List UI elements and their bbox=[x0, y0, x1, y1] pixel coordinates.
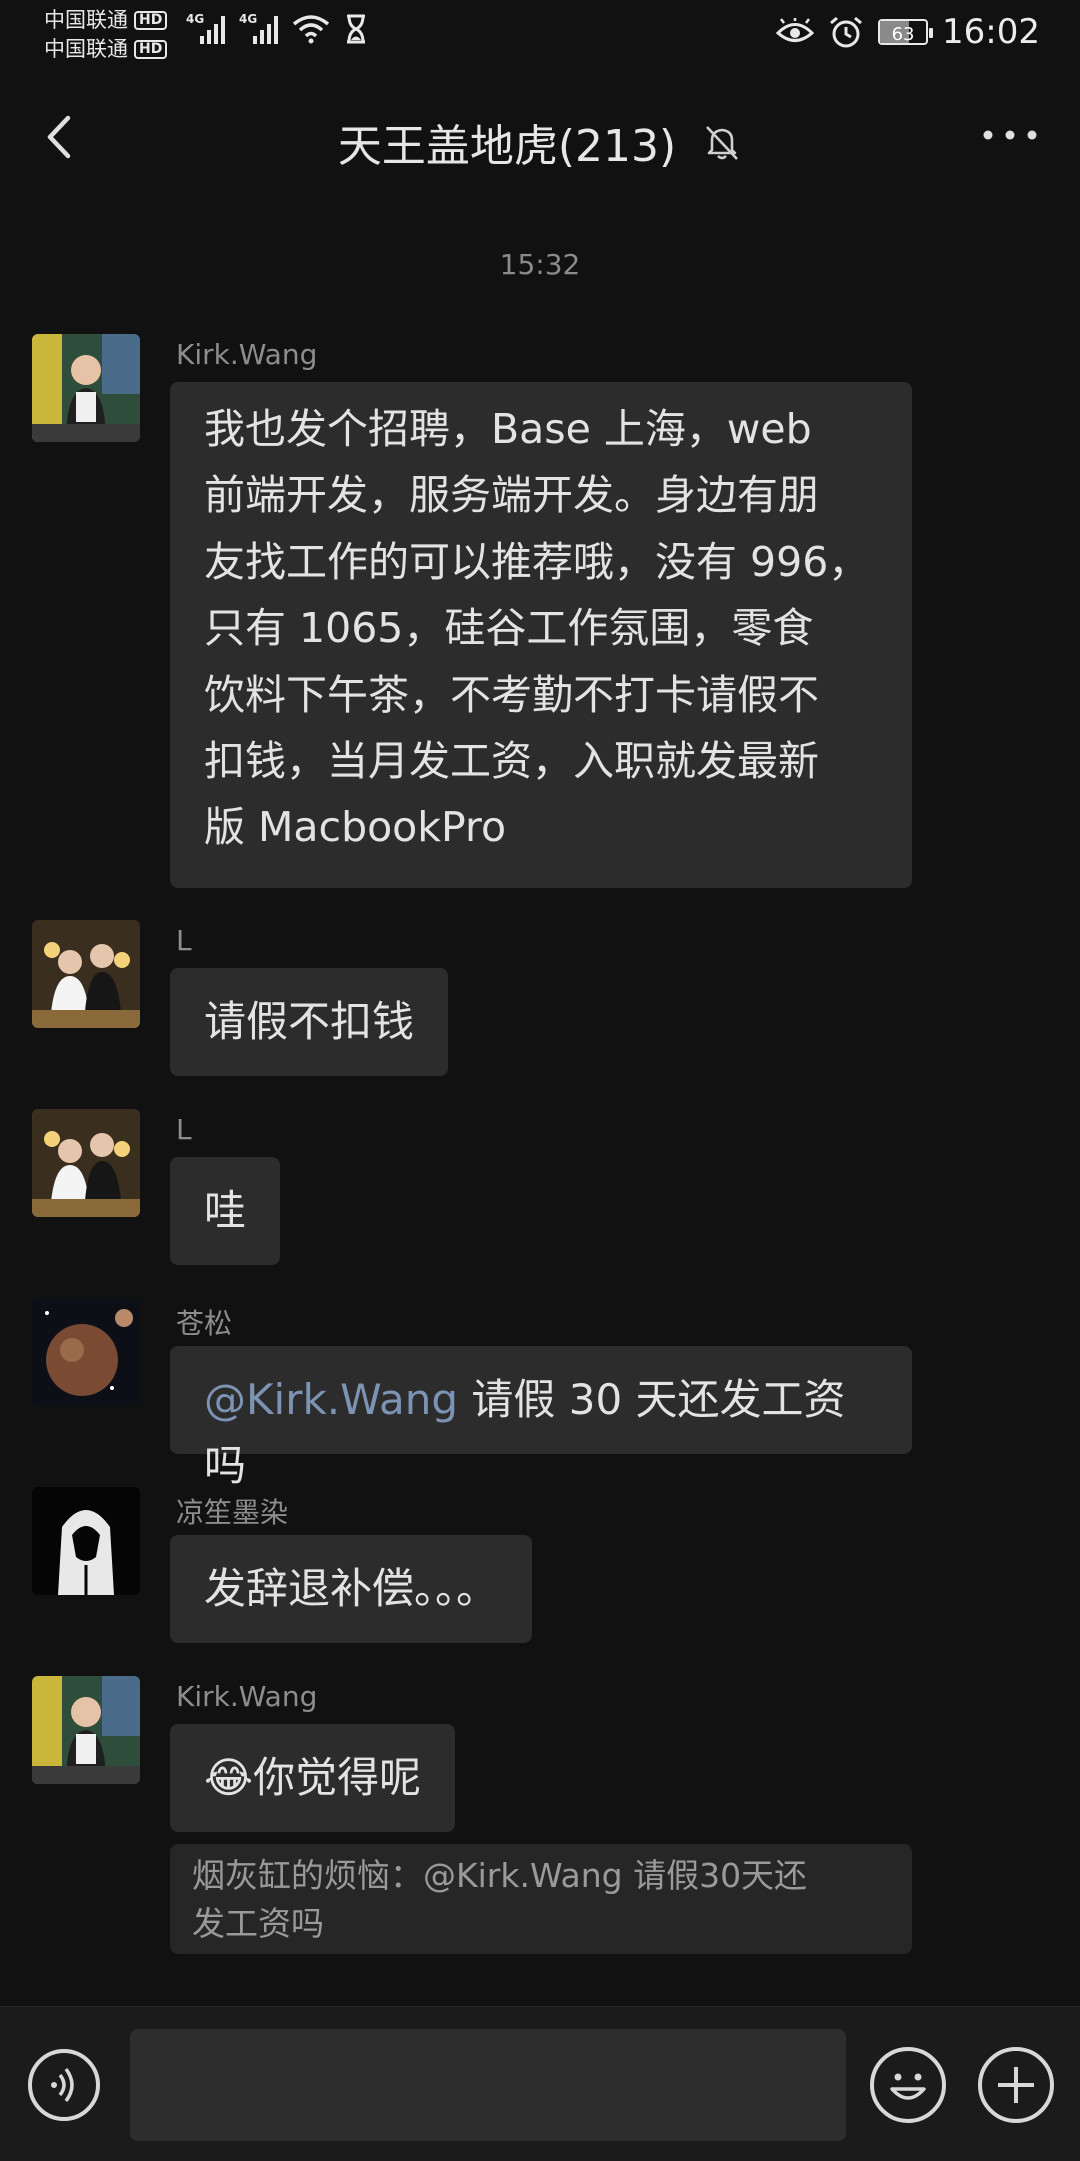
message-bubble[interactable]: 发辞退补偿。。。 bbox=[170, 1535, 533, 1643]
message-text: 请假不扣钱 bbox=[204, 997, 415, 1046]
sender-name: 苍松 bbox=[176, 1307, 233, 1340]
message-input[interactable] bbox=[130, 2029, 846, 2141]
voice-icon bbox=[51, 2067, 74, 2103]
sender-name: 凉笙墨染 bbox=[176, 1496, 289, 1529]
avatar[interactable] bbox=[32, 1487, 140, 1595]
network-type-2: 4G bbox=[239, 12, 258, 26]
time-separator: 15:32 bbox=[499, 248, 581, 281]
message-line: 友找工作的可以推荐哦，没有 996， bbox=[204, 537, 870, 586]
message-line: 只有 1065，硅谷工作氛围，零食 bbox=[204, 604, 814, 653]
message-bubble[interactable]: 我也发个招聘，Base 上海，web 前端开发，服务端开发。身边有朋 友找工作的… bbox=[170, 382, 912, 888]
message-bubble[interactable]: 哇 bbox=[170, 1157, 281, 1265]
quoted-reply[interactable]: 烟灰缸的烦恼：@Kirk.Wang 请假30天还 发工资吗 bbox=[170, 1844, 912, 1954]
message-line: 饮料下午茶，不考勤不打卡请假不 bbox=[204, 670, 819, 719]
avatar[interactable] bbox=[32, 1109, 140, 1217]
battery-percent: 63 bbox=[891, 24, 915, 45]
chat-title-area: 天王盖地虎(213) bbox=[0, 110, 1080, 174]
status-bar: 中国联通 HD 中国联通 HD 4G 4G 63 16:02 bbox=[0, 0, 1080, 72]
more-dots-icon[interactable] bbox=[980, 120, 1040, 150]
voice-button[interactable] bbox=[28, 2049, 100, 2121]
quote-line: 烟灰缸的烦恼：@Kirk.Wang 请假30天还 bbox=[192, 1856, 808, 1895]
signal-icon-1: 4G bbox=[186, 12, 225, 44]
plus-button[interactable] bbox=[978, 2047, 1054, 2123]
chat-title: 天王盖地虎(213) bbox=[337, 121, 677, 172]
input-bar bbox=[0, 2006, 1080, 2161]
signal-icon-2: 4G bbox=[239, 12, 278, 44]
signal-indicators: 4G 4G bbox=[186, 12, 368, 44]
status-time: 16:02 bbox=[942, 12, 1040, 52]
message-line: 版 MacbookPro bbox=[204, 803, 507, 852]
emoji-laugh: 😂 bbox=[204, 1753, 254, 1802]
wifi-icon bbox=[292, 15, 330, 44]
hourglass-icon bbox=[347, 14, 365, 44]
status-right: 63 16:02 bbox=[776, 12, 1040, 52]
carrier-info: 中国联通 HD 中国联通 HD bbox=[44, 6, 168, 64]
message-bubble[interactable]: 😂你觉得呢 bbox=[170, 1724, 456, 1832]
message-line: 前端开发，服务端开发。身边有朋 bbox=[204, 471, 819, 520]
sender-name: Kirk.Wang bbox=[176, 1680, 318, 1713]
sender-name: L bbox=[176, 924, 192, 957]
message-bubble[interactable]: 请假不扣钱 bbox=[170, 968, 449, 1076]
carrier-name-1: 中国联通 bbox=[44, 8, 128, 32]
emoji-icon bbox=[890, 2073, 926, 2100]
message-text: 发辞退补偿。。。 bbox=[204, 1564, 499, 1613]
quote-line: 发工资吗 bbox=[192, 1904, 324, 1943]
message-bubble[interactable]: @Kirk.Wang 请假 30 天还发工资吗 bbox=[170, 1346, 912, 1490]
eye-icon bbox=[776, 18, 815, 42]
avatar[interactable] bbox=[32, 920, 140, 1028]
avatar[interactable] bbox=[32, 1676, 140, 1784]
mute-bell-icon bbox=[706, 126, 739, 160]
hd-badge-1: HD bbox=[134, 11, 168, 30]
avatar[interactable] bbox=[32, 334, 140, 442]
mention-link[interactable]: @Kirk.Wang bbox=[204, 1375, 458, 1424]
chat-header: 天王盖地虎(213) bbox=[0, 92, 1080, 184]
message-line: 我也发个招聘，Base 上海，web bbox=[204, 405, 812, 453]
sender-name: Kirk.Wang bbox=[176, 338, 318, 371]
emoji-button[interactable] bbox=[870, 2047, 946, 2123]
hd-badge-2: HD bbox=[134, 40, 168, 59]
carrier-name-2: 中国联通 bbox=[44, 37, 128, 61]
message-text: 你觉得呢 bbox=[253, 1753, 422, 1802]
network-type-1: 4G bbox=[186, 12, 205, 26]
message-line: 扣钱，当月发工资，入职就发最新 bbox=[204, 737, 819, 786]
plus-icon bbox=[998, 2067, 1034, 2103]
avatar[interactable] bbox=[32, 1298, 140, 1406]
sender-name: L bbox=[176, 1113, 192, 1146]
message-text: 哇 bbox=[204, 1186, 247, 1235]
alarm-icon bbox=[830, 16, 862, 48]
battery-indicator: 63 bbox=[878, 19, 934, 45]
